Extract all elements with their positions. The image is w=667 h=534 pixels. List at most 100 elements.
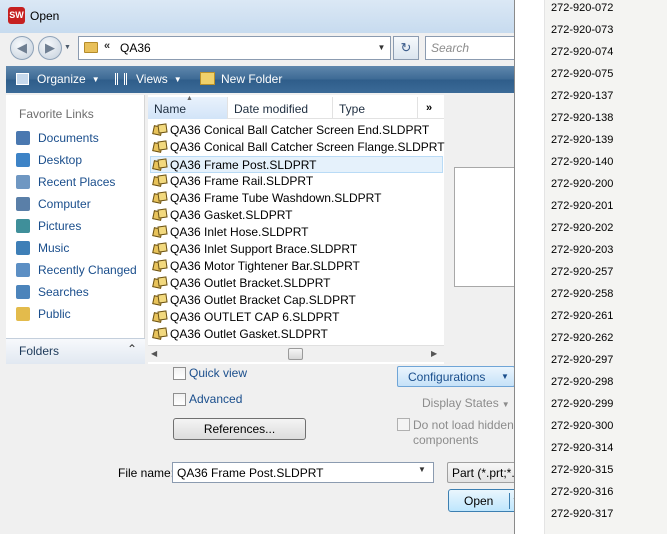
more-columns-button[interactable]: » [426,102,432,114]
sldprt-part-icon [152,225,168,239]
search-input[interactable]: Search [425,36,514,60]
file-row[interactable]: QA36 Frame Post.SLDPRT [150,156,443,173]
sidebar-item-desktop[interactable]: Desktop [16,150,144,170]
scroll-right-icon[interactable]: ▶ [431,349,437,358]
scrollbar-thumb[interactable] [288,348,303,360]
list-item: 272-920-074 [551,46,614,58]
sidebar-item-recent-places[interactable]: Recent Places [16,172,144,192]
sldprt-part-icon [152,293,168,307]
chevron-down-icon: ▼ [91,75,100,84]
file-name: QA36 Conical Ball Catcher Screen Flange.… [170,140,445,154]
sldprt-part-icon [152,191,168,205]
sidebar-item-label: Computer [38,197,91,211]
sidebar-item-documents[interactable]: Documents [16,128,144,148]
open-button[interactable]: Open ▼ [448,489,514,512]
list-item: 272-920-139 [551,134,614,146]
advanced-checkbox[interactable] [173,393,186,406]
no-load-hidden-checkbox[interactable] [397,418,410,431]
file-name-input[interactable] [172,462,434,483]
sldprt-part-icon [152,174,168,188]
sidebar-item-label: Public [38,307,71,321]
file-row[interactable]: QA36 Conical Ball Catcher Screen Flange.… [151,139,445,156]
file-row[interactable]: QA36 Outlet Bracket Cap.SLDPRT [151,292,444,309]
file-row[interactable]: QA36 Outlet Bracket.SLDPRT [151,275,444,292]
sidebar-item-pictures[interactable]: Pictures [16,216,144,236]
views-icon [115,73,127,85]
quick-view-checkbox[interactable] [173,367,186,380]
favorite-links-heading: Favorite Links [19,107,94,121]
file-row[interactable]: QA36 Inlet Support Brace.SLDPRT [151,241,444,258]
file-type-select[interactable]: Part (*.prt;*.sldprt) [447,462,514,483]
file-name: QA36 Outlet Gasket.SLDPRT [170,327,328,341]
forward-button[interactable]: ▶ [38,36,62,60]
configurations-label: Configurations [408,370,486,384]
file-row[interactable]: QA36 Outlet Gasket.SLDPRT [151,326,444,343]
sidebar-item-music[interactable]: Music [16,238,144,258]
file-row[interactable]: QA36 Frame Tube Washdown.SLDPRT [151,190,444,207]
configurations-dropdown[interactable]: Configurations ▼ [397,366,514,387]
organize-button[interactable]: Organize ▼ [37,72,100,86]
address-bar[interactable]: « QA36 ▼ [78,36,391,60]
file-row[interactable]: QA36 Frame Rail.SLDPRT [151,173,444,190]
views-label: Views [136,72,168,86]
column-date-modified[interactable]: Date modified [228,97,333,119]
file-name: QA36 Frame Tube Washdown.SLDPRT [170,191,382,205]
address-chevrons[interactable]: « [104,40,110,52]
sidebar-item-label: Recently Changed [38,263,137,277]
file-row[interactable]: QA36 OUTLET CAP 6.SLDPRT [151,309,444,326]
file-row[interactable]: QA36 Conical Ball Catcher Screen End.SLD… [151,122,444,139]
no-load-hidden-label[interactable]: Do not load hidden components [413,418,514,448]
views-button[interactable]: Views ▼ [136,72,182,86]
list-item: 272-920-075 [551,68,614,80]
file-row[interactable]: QA36 Gasket.SLDPRT [151,207,444,224]
sldprt-part-icon [152,158,168,172]
sidebar-item-public[interactable]: Public [16,304,144,324]
sldprt-part-icon [152,310,168,324]
sidebar-item-label: Recent Places [38,175,116,189]
chevron-down-icon: ▼ [501,372,509,381]
folders-toggle[interactable]: Folders ⌃ [6,338,145,364]
column-type[interactable]: Type [333,97,418,119]
file-row[interactable]: QA36 Inlet Hose.SLDPRT [151,224,444,241]
folder-icon [84,42,98,53]
file-name-dropdown-icon[interactable]: ▼ [418,465,426,474]
command-toolbar: Organize ▼ Views ▼ New Folder [6,66,514,93]
sldprt-part-icon [152,327,168,341]
list-item: 272-920-200 [551,178,614,190]
address-path[interactable]: QA36 [120,41,151,55]
refresh-button[interactable]: ↻ [393,36,419,60]
sidebar-item-label: Pictures [38,219,82,233]
list-item: 272-920-297 [551,354,614,366]
public-folder-icon [16,307,30,321]
new-folder-button[interactable]: New Folder [221,72,282,86]
sidebar-item-searches[interactable]: Searches [16,282,144,302]
address-dropdown-icon[interactable]: ▼ [373,37,390,59]
advanced-label[interactable]: Advanced [189,392,242,406]
sidebar-item-recently-changed[interactable]: Recently Changed [16,260,144,280]
horizontal-scrollbar[interactable]: ◀ ▶ [148,345,444,362]
chevron-down-icon: ▼ [501,400,510,409]
list-item: 272-920-300 [551,420,614,432]
column-name[interactable]: ▲ Name [148,95,228,119]
title-bar[interactable]: SW Open [0,0,514,33]
quick-view-label[interactable]: Quick view [189,366,247,380]
file-row[interactable]: QA36 Motor Tightener Bar.SLDPRT [151,258,444,275]
file-name: QA36 Frame Post.SLDPRT [170,158,317,172]
file-name: QA36 Frame Rail.SLDPRT [170,174,314,188]
list-item: 272-920-262 [551,332,614,344]
preview-box [454,167,514,287]
list-item: 272-920-316 [551,486,614,498]
sldprt-part-icon [152,242,168,256]
sldprt-part-icon [152,123,168,137]
organize-label: Organize [37,72,86,86]
list-item: 272-920-202 [551,222,614,234]
display-states-dropdown[interactable]: Display States ▼ [422,396,510,410]
sidebar-item-computer[interactable]: Computer [16,194,144,214]
solidworks-app-icon: SW [8,7,25,24]
open-options-icon[interactable]: ▼ [512,496,514,505]
scroll-left-icon[interactable]: ◀ [151,349,157,358]
references-button[interactable]: References... [173,418,306,440]
open-dialog: SW Open ◀ ▶ ▼ « QA36 ▼ ↻ Search Organize… [0,0,515,534]
back-button[interactable]: ◀ [10,36,34,60]
recent-pages-dropdown-icon[interactable]: ▼ [64,44,74,54]
